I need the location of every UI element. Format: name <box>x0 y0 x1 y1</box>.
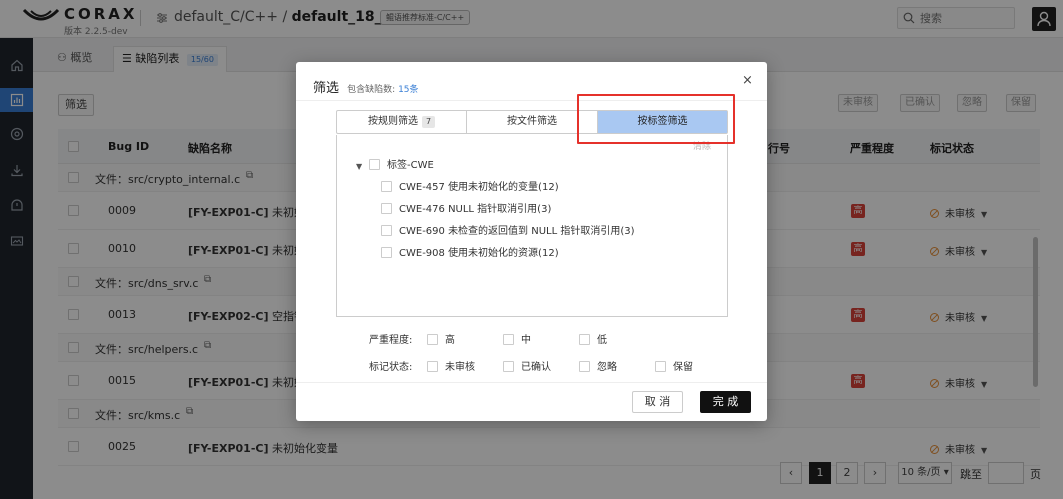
tree-item-cwe-690[interactable]: CWE-690 未检查的返回值到 NULL 指针取消引用(3) <box>381 222 635 237</box>
tab-filter-by-rule-label: 按规则筛选 <box>367 116 418 127</box>
highlight-annotation-box <box>577 94 735 144</box>
dialog-title-text: 筛选 <box>313 81 340 96</box>
subtitle-prefix: 包含缺陷数: <box>347 85 399 95</box>
mark-checkbox[interactable] <box>503 361 514 372</box>
tree-item-cwe-908[interactable]: CWE-908 使用未初始化的资源(12) <box>381 244 559 259</box>
severity-option-label: 低 <box>597 335 607 346</box>
dialog-title: 筛选 包含缺陷数: 15条 <box>313 77 419 96</box>
mark-option-label: 忽略 <box>597 362 617 373</box>
tree-item-checkbox[interactable] <box>381 225 392 236</box>
tree-item-label: CWE-476 NULL 指针取消引用(3) <box>399 204 552 215</box>
dialog-subtitle: 包含缺陷数: 15条 <box>347 85 418 95</box>
mark-option-label: 已确认 <box>521 362 551 373</box>
severity-option-high[interactable]: 高 <box>427 331 455 346</box>
tree-root-checkbox[interactable] <box>369 159 380 170</box>
tab-filter-by-rule[interactable]: 按规则筛选 7 <box>337 111 466 133</box>
mark-checkbox[interactable] <box>427 361 438 372</box>
tree-root-label: 标签-CWE <box>387 160 434 171</box>
tree-item-label: CWE-457 使用未初始化的变量(12) <box>399 182 559 193</box>
mark-option-confirmed[interactable]: 已确认 <box>503 358 551 373</box>
rule-count-badge: 7 <box>421 116 436 128</box>
tree-item-checkbox[interactable] <box>381 181 392 192</box>
caret-down-icon[interactable]: ▼ <box>356 162 362 171</box>
mark-option-retain[interactable]: 保留 <box>655 358 693 373</box>
severity-checkbox[interactable] <box>579 334 590 345</box>
dialog-footer-divider <box>296 382 767 383</box>
mark-option-label: 保留 <box>673 362 693 373</box>
mark-status-label: 标记状态: <box>369 362 413 373</box>
mark-option-unreviewed[interactable]: 未审核 <box>427 358 475 373</box>
severity-checkbox[interactable] <box>503 334 514 345</box>
defect-count: 15条 <box>398 85 419 95</box>
severity-option-medium[interactable]: 中 <box>503 331 531 346</box>
mark-checkbox[interactable] <box>655 361 666 372</box>
severity-option-label: 高 <box>445 335 455 346</box>
mark-option-ignore[interactable]: 忽略 <box>579 358 617 373</box>
tree-item-cwe-457[interactable]: CWE-457 使用未初始化的变量(12) <box>381 178 559 193</box>
tag-tree-panel: ▼ 标签-CWE CWE-457 使用未初始化的变量(12) CWE-476 N… <box>336 135 728 317</box>
close-icon[interactable]: × <box>742 73 753 88</box>
tree-root[interactable]: 标签-CWE <box>369 156 434 171</box>
tree-item-checkbox[interactable] <box>381 203 392 214</box>
tree-item-cwe-476[interactable]: CWE-476 NULL 指针取消引用(3) <box>381 200 551 215</box>
severity-label: 严重程度: <box>369 335 413 346</box>
mark-option-label: 未审核 <box>445 362 475 373</box>
severity-option-label: 中 <box>521 335 531 346</box>
cancel-button[interactable]: 取 消 <box>632 391 683 413</box>
tree-item-checkbox[interactable] <box>381 247 392 258</box>
severity-option-low[interactable]: 低 <box>579 331 607 346</box>
severity-checkbox[interactable] <box>427 334 438 345</box>
tree-item-label: CWE-908 使用未初始化的资源(12) <box>399 248 559 259</box>
done-button[interactable]: 完 成 <box>700 391 751 413</box>
mark-checkbox[interactable] <box>579 361 590 372</box>
tree-item-label: CWE-690 未检查的返回值到 NULL 指针取消引用(3) <box>399 226 635 237</box>
